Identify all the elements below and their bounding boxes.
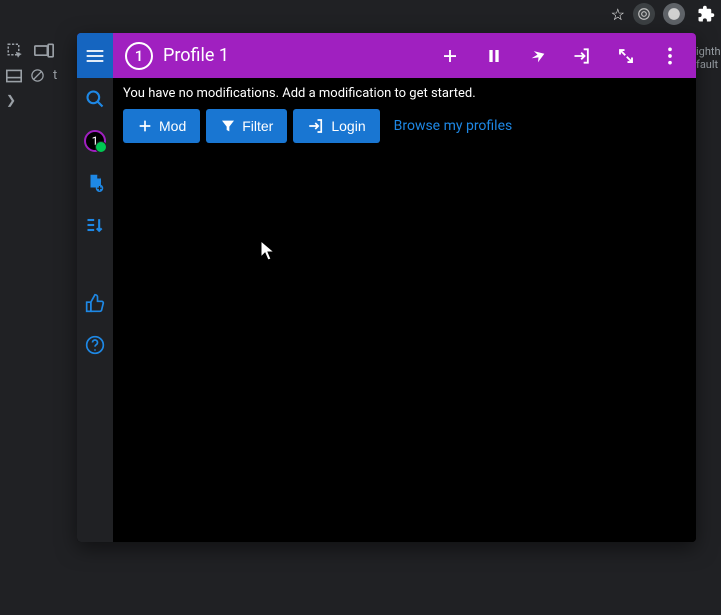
profile-number-badge[interactable]: 1 xyxy=(125,42,153,70)
login-button-label: Login xyxy=(331,118,365,134)
extension-icon-1[interactable] xyxy=(633,3,655,25)
button-row: Mod Filter Login Browse my profiles xyxy=(123,109,686,143)
browser-top-bar: ☆ xyxy=(0,0,721,28)
inspect-element-icon[interactable] xyxy=(6,42,24,60)
device-toolbar-icon[interactable] xyxy=(34,43,54,59)
login-button[interactable]: Login xyxy=(293,109,379,143)
filter-icon xyxy=(220,118,236,134)
login-icon xyxy=(307,117,325,135)
search-icon[interactable] xyxy=(84,88,106,110)
hint-text: You have no modifications. Add a modific… xyxy=(123,86,686,101)
app-bar: 1 Profile 1 xyxy=(77,33,696,78)
share-icon[interactable] xyxy=(528,46,548,66)
add-file-icon[interactable] xyxy=(84,172,106,194)
extension-panel: 1 Profile 1 xyxy=(77,33,696,542)
import-icon[interactable] xyxy=(572,46,592,66)
profile-rail-badge[interactable]: 1 xyxy=(84,130,106,152)
mod-button-label: Mod xyxy=(159,118,186,134)
sort-icon[interactable] xyxy=(84,214,106,236)
profile-number: 1 xyxy=(135,47,144,65)
console-chevron-icon[interactable]: ❯ xyxy=(0,87,77,113)
devtools-tab-label[interactable]: t xyxy=(53,68,57,83)
app-title: Profile 1 xyxy=(163,45,440,66)
rail-badge-number: 1 xyxy=(92,134,99,148)
thumbs-up-icon[interactable] xyxy=(84,292,106,314)
bookmark-star-icon[interactable]: ☆ xyxy=(611,5,625,24)
devtools-sidebar: t ❯ xyxy=(0,38,77,615)
extension-icon-2[interactable] xyxy=(663,3,685,25)
menu-button[interactable] xyxy=(77,33,113,78)
pause-icon[interactable] xyxy=(484,46,504,66)
help-icon[interactable] xyxy=(84,334,106,356)
content-area: You have no modifications. Add a modific… xyxy=(113,78,696,542)
mod-button[interactable]: Mod xyxy=(123,109,200,143)
filter-button[interactable]: Filter xyxy=(206,109,287,143)
appbar-actions xyxy=(440,46,690,66)
extensions-puzzle-icon[interactable] xyxy=(693,5,715,23)
filter-button-label: Filter xyxy=(242,118,273,134)
side-rail: 1 xyxy=(77,78,113,542)
add-icon[interactable] xyxy=(440,46,460,66)
panel-layout-icon[interactable] xyxy=(6,69,22,83)
plus-icon xyxy=(137,118,153,134)
fullscreen-icon[interactable] xyxy=(616,46,636,66)
panel-body: 1 You have no modifications. Add a modif… xyxy=(77,78,696,542)
more-icon[interactable] xyxy=(660,46,680,66)
block-icon[interactable] xyxy=(30,68,45,83)
mouse-cursor-icon xyxy=(260,240,276,262)
browse-profiles-link[interactable]: Browse my profiles xyxy=(394,118,513,134)
partial-tab-text: ightho fault xyxy=(696,45,721,85)
